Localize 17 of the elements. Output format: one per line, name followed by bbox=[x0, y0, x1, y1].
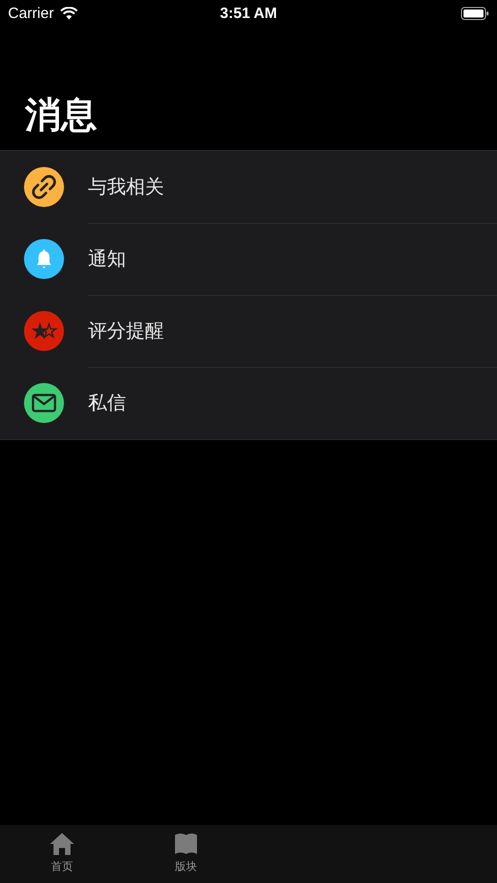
wifi-icon bbox=[60, 6, 78, 20]
tab-item[interactable]: 版块 bbox=[124, 825, 248, 883]
row-label: 通知 bbox=[88, 246, 126, 272]
book-icon bbox=[173, 832, 199, 856]
row-label: 评分提醒 bbox=[88, 318, 164, 344]
battery-icon bbox=[461, 6, 489, 20]
row-label: 私信 bbox=[88, 391, 126, 416]
status-time: 3:51 AM bbox=[220, 4, 277, 22]
carrier-name: Carrier bbox=[8, 4, 54, 22]
message-category-row[interactable]: 通知 bbox=[0, 223, 497, 295]
tab-item[interactable]: 首页 bbox=[0, 825, 124, 883]
row-label: 与我相关 bbox=[88, 174, 164, 200]
message-category-row[interactable]: 与我相关 bbox=[0, 151, 497, 223]
message-category-row[interactable]: 私信 bbox=[0, 367, 497, 439]
message-category-row[interactable]: 评分提醒 bbox=[0, 295, 497, 367]
home-icon bbox=[49, 832, 75, 856]
page-title: 消息 bbox=[25, 94, 98, 138]
